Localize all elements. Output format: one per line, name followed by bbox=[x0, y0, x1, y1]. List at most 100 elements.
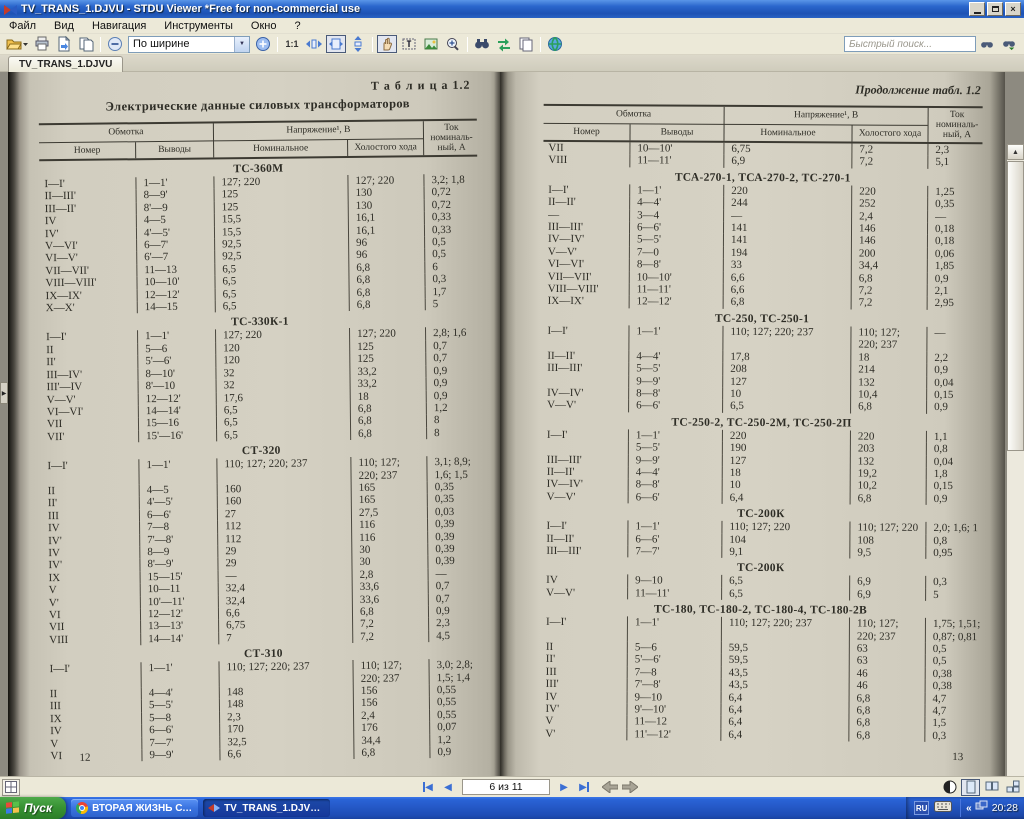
copy-selection-button[interactable] bbox=[516, 35, 536, 53]
menu-tools[interactable]: Инструменты bbox=[155, 19, 242, 33]
stdu-viewer-window: TV_TRANS_1.DJVU - STDU Viewer *Free for … bbox=[0, 0, 1024, 819]
tray-chevron-icon[interactable]: « bbox=[966, 803, 972, 814]
start-button[interactable]: Пуск bbox=[0, 797, 66, 819]
print-button[interactable] bbox=[32, 35, 52, 53]
table-cell: IV bbox=[541, 574, 627, 587]
history-forward-button[interactable] bbox=[620, 779, 640, 796]
taskbar-item-stdu[interactable]: TV_TRANS_1.DJVU - S... bbox=[203, 799, 330, 817]
quick-search-input[interactable] bbox=[844, 36, 976, 52]
table-cell: 5'—6' bbox=[627, 654, 721, 667]
zoom-mode-select[interactable]: По ширине ▼ bbox=[128, 36, 250, 53]
open-file-button[interactable] bbox=[5, 35, 30, 53]
hand-tool-button[interactable] bbox=[377, 35, 397, 53]
table-cell bbox=[542, 374, 628, 387]
table-cell: 156 bbox=[353, 697, 429, 710]
table-cell: IV—IV' bbox=[542, 478, 628, 491]
previous-page-button[interactable]: ◀ bbox=[438, 779, 458, 796]
header-nomer: Номер bbox=[39, 142, 135, 160]
table-cell: 116 bbox=[351, 518, 427, 531]
table-cell: 7 bbox=[218, 631, 352, 645]
document-viewport[interactable]: Т а б л и ц а 1.2 Электрические данные с… bbox=[0, 72, 1024, 776]
windows-update-icon[interactable] bbox=[975, 799, 988, 817]
zoom-in-button[interactable] bbox=[253, 35, 273, 53]
menu-navigation[interactable]: Навигация bbox=[83, 19, 155, 33]
vertical-scrollbar[interactable]: ▲ ▼ bbox=[1007, 144, 1024, 776]
table-cell: 9,1 bbox=[721, 546, 849, 559]
table-rows: VII10—10'6,757,22,3VIII11—11'6,97,25,1 bbox=[543, 142, 982, 169]
table-cell: 30 bbox=[351, 556, 427, 569]
scrollbar-thumb[interactable] bbox=[1007, 161, 1024, 451]
export-page-button[interactable] bbox=[54, 35, 74, 53]
table-cell: 0,5 bbox=[925, 655, 983, 668]
menu-window[interactable]: Окно bbox=[242, 19, 286, 33]
table-cell: IV' bbox=[43, 559, 139, 572]
table-cell: 125 bbox=[349, 340, 425, 353]
find-next-button[interactable] bbox=[977, 35, 997, 53]
table-cell: 0,9 bbox=[429, 746, 485, 759]
table-cell: 110; 127; 220; 237 bbox=[352, 659, 428, 685]
header-kholostogo: Холостого хода bbox=[851, 125, 927, 142]
table-cell: 5 bbox=[925, 589, 983, 602]
table-cell: III—II' bbox=[40, 202, 136, 215]
keyboard-icon[interactable] bbox=[934, 799, 952, 817]
table-cell: III—III' bbox=[541, 545, 627, 558]
find-prev-button[interactable] bbox=[999, 35, 1019, 53]
select-image-tool-button[interactable] bbox=[421, 35, 441, 53]
search-button[interactable] bbox=[472, 35, 492, 53]
menu-file[interactable]: Файл bbox=[0, 19, 45, 33]
menu-help[interactable]: ? bbox=[285, 19, 309, 33]
restore-button[interactable] bbox=[987, 2, 1003, 16]
section-title: ТСА-270-1, ТСА-270-2, ТС-270-1 bbox=[543, 171, 982, 185]
first-page-button[interactable]: ◀ bbox=[418, 779, 438, 796]
actual-size-button[interactable]: 1:1 bbox=[282, 35, 302, 53]
table-cell: III bbox=[541, 666, 627, 679]
view-layout-controls bbox=[938, 779, 1022, 796]
scroll-up-button[interactable]: ▲ bbox=[1007, 144, 1024, 160]
next-page-button[interactable]: ▶ bbox=[554, 779, 574, 796]
table-cell: 0,8 bbox=[925, 534, 983, 547]
fit-width-button[interactable] bbox=[304, 35, 324, 53]
fit-height-button[interactable] bbox=[348, 35, 368, 53]
table-cell: 8—8' bbox=[629, 259, 723, 272]
table-cell: IV bbox=[43, 521, 139, 534]
thumbnails-panel-button[interactable] bbox=[2, 779, 20, 796]
menu-view[interactable]: Вид bbox=[45, 19, 83, 33]
table-cell: 244 bbox=[723, 197, 851, 210]
zoom-region-tool-button[interactable] bbox=[443, 35, 463, 53]
table-rows: I—I'1—1'110; 127; 220; 237110; 127; 220;… bbox=[44, 659, 483, 763]
table-cell: 190 bbox=[722, 442, 850, 455]
table-cell: 194 bbox=[723, 247, 851, 260]
select-text-tool-button[interactable] bbox=[399, 35, 419, 53]
single-page-layout-button[interactable] bbox=[961, 779, 980, 796]
copy-page-button[interactable] bbox=[76, 35, 96, 53]
table-cell: 17,8 bbox=[722, 351, 850, 364]
combo-arrow-icon[interactable]: ▼ bbox=[234, 37, 249, 52]
settings-button[interactable] bbox=[545, 35, 565, 53]
table-cell: 12—12' bbox=[629, 296, 723, 309]
facing-pages-layout-button[interactable] bbox=[982, 779, 1001, 796]
table-cell: 14—14' bbox=[140, 632, 218, 645]
taskbar-item-browser[interactable]: ВТОРАЯ ЖИЗНЬ СТАРО... bbox=[71, 799, 198, 817]
table-cell: 6,8 bbox=[348, 261, 424, 274]
minimize-button[interactable] bbox=[969, 2, 985, 16]
zoom-out-button[interactable] bbox=[105, 35, 125, 53]
table-cell: 7,2 bbox=[352, 618, 428, 631]
fit-page-button[interactable] bbox=[326, 35, 346, 53]
table-cell: 130 bbox=[348, 187, 424, 200]
language-indicator[interactable]: RU bbox=[914, 801, 929, 815]
table-cell: 7—8 bbox=[627, 666, 721, 679]
navigate-arrows-button[interactable] bbox=[494, 35, 514, 53]
page-indicator-input[interactable]: 6 из 11 bbox=[462, 779, 550, 795]
facing-first-layout-button[interactable] bbox=[1003, 779, 1022, 796]
sidebar-expander[interactable]: ▶ bbox=[0, 382, 8, 404]
close-button[interactable]: × bbox=[1005, 2, 1021, 16]
table-cell: 7'—8' bbox=[627, 679, 721, 692]
brightness-button[interactable] bbox=[940, 779, 959, 796]
document-tab[interactable]: TV_TRANS_1.DJVU bbox=[8, 56, 123, 72]
table-cell: 2,3 bbox=[927, 144, 985, 157]
table-cell: III bbox=[45, 700, 141, 713]
table-cell: VII bbox=[543, 142, 629, 155]
history-back-button[interactable] bbox=[600, 779, 620, 796]
last-page-button[interactable]: ▶ bbox=[574, 779, 594, 796]
table-cell: 0,9 bbox=[926, 401, 984, 414]
